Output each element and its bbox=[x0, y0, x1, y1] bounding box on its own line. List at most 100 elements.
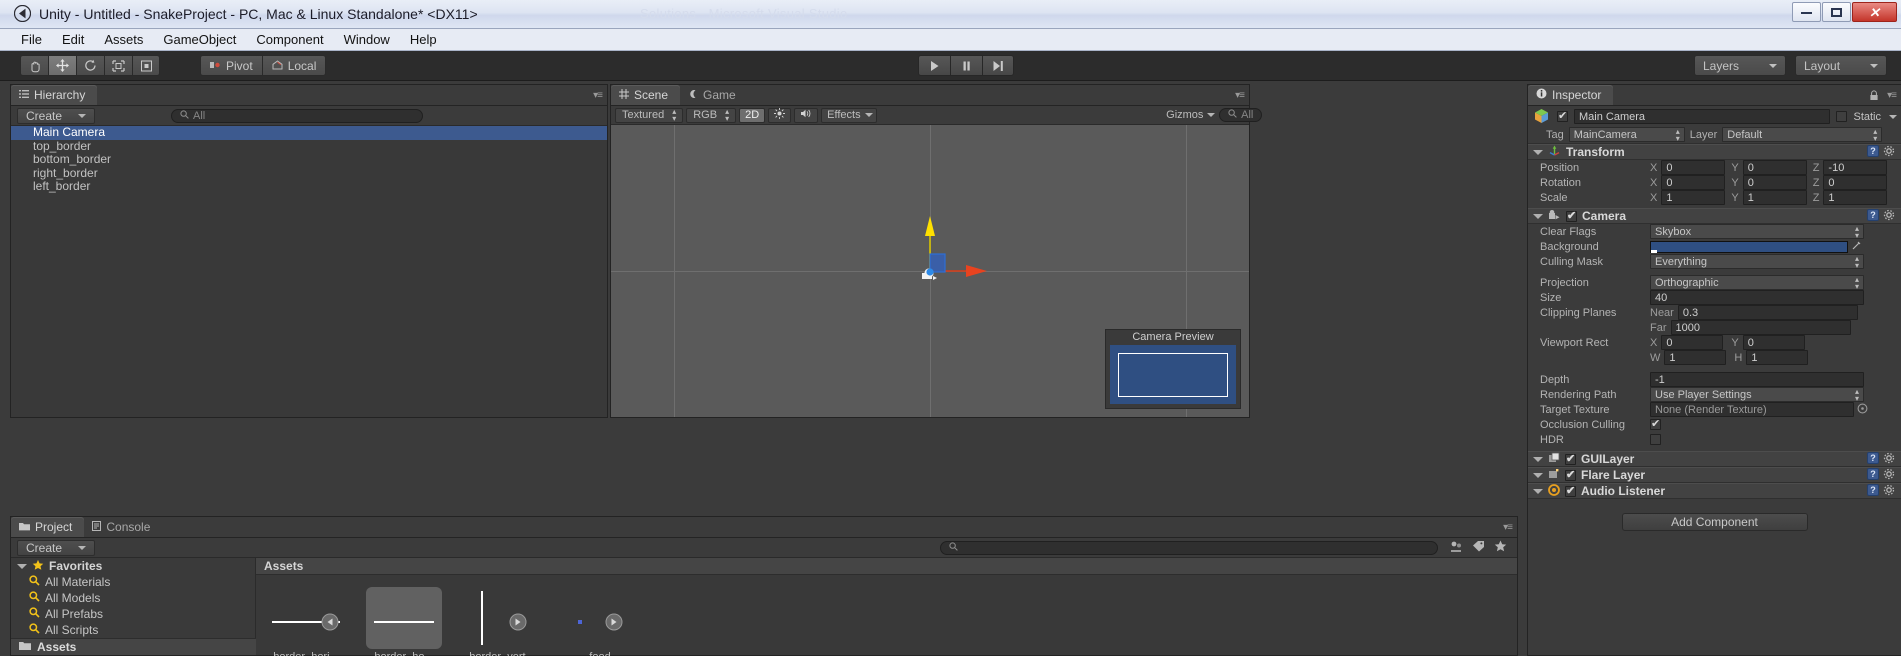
clipping-near-field[interactable]: 0.3 bbox=[1677, 305, 1858, 320]
scene-effects-dropdown[interactable]: Effects bbox=[821, 107, 878, 123]
collapse-triangle-icon[interactable] bbox=[1533, 472, 1543, 478]
help-icon[interactable]: ? bbox=[1867, 483, 1879, 496]
minimize-button[interactable] bbox=[1792, 2, 1821, 22]
eyedropper-icon[interactable] bbox=[1851, 239, 1863, 254]
layers-dropdown[interactable]: Layers bbox=[1694, 55, 1786, 76]
local-button[interactable]: Local bbox=[261, 55, 327, 76]
component-header-audio-listener[interactable]: Audio Listener ? bbox=[1528, 483, 1901, 499]
filter-by-label-icon[interactable] bbox=[1472, 540, 1485, 555]
scene-lighting-toggle[interactable] bbox=[768, 107, 792, 123]
favorites-group[interactable]: Favorites bbox=[11, 558, 255, 574]
audio-listener-enabled-checkbox[interactable] bbox=[1565, 484, 1576, 497]
viewport-y-field[interactable]: 0 bbox=[1742, 335, 1805, 350]
maximize-button[interactable] bbox=[1822, 2, 1851, 22]
flare-layer-enabled-checkbox[interactable] bbox=[1565, 468, 1576, 481]
object-picker-icon[interactable] bbox=[1857, 403, 1868, 417]
asset-item[interactable]: border_vert... bbox=[464, 587, 540, 656]
step-button[interactable] bbox=[982, 55, 1014, 76]
project-options-icon[interactable]: ▾≡ bbox=[1503, 522, 1513, 533]
component-header-flare-layer[interactable]: Flare Layer ? bbox=[1528, 467, 1901, 483]
help-icon[interactable]: ? bbox=[1867, 208, 1879, 221]
chevron-down-icon[interactable] bbox=[1889, 114, 1897, 119]
project-tree-assets-root[interactable]: Assets bbox=[11, 638, 256, 655]
position-z-field[interactable]: -10 bbox=[1823, 160, 1888, 175]
scene-viewport[interactable]: Camera Preview bbox=[611, 125, 1249, 417]
help-icon[interactable]: ? bbox=[1867, 451, 1879, 464]
collapse-triangle-icon[interactable] bbox=[1533, 149, 1543, 155]
play-button[interactable] bbox=[918, 55, 950, 76]
menu-item-component[interactable]: Component bbox=[247, 30, 332, 49]
pause-button[interactable] bbox=[950, 55, 982, 76]
tab-scene[interactable]: Scene bbox=[611, 85, 681, 105]
help-icon[interactable]: ? bbox=[1867, 467, 1879, 480]
tab-project[interactable]: Project bbox=[11, 517, 85, 537]
target-texture-field[interactable]: None (Render Texture) bbox=[1650, 402, 1854, 417]
asset-item[interactable]: food bbox=[562, 587, 638, 656]
scene-2d-toggle[interactable]: 2D bbox=[739, 107, 766, 123]
close-button[interactable]: ✕ bbox=[1852, 2, 1897, 22]
hierarchy-options-icon[interactable]: ▾≡ bbox=[593, 90, 603, 101]
static-checkbox[interactable] bbox=[1836, 111, 1848, 122]
component-header-guilayer[interactable]: GUILayer ? bbox=[1528, 451, 1901, 467]
favorite-all-models[interactable]: All Models bbox=[11, 590, 255, 606]
pivot-button[interactable]: Pivot bbox=[200, 55, 262, 76]
scale-tool-button[interactable] bbox=[104, 55, 132, 76]
layer-dropdown[interactable]: Default ▴ ▾ bbox=[1722, 127, 1883, 142]
background-color-swatch[interactable] bbox=[1650, 240, 1848, 253]
layout-dropdown[interactable]: Layout bbox=[1795, 55, 1887, 76]
gear-icon[interactable] bbox=[1883, 209, 1895, 224]
rect-tool-button[interactable] bbox=[132, 55, 160, 76]
menu-item-window[interactable]: Window bbox=[335, 30, 399, 49]
viewport-h-field[interactable]: 1 bbox=[1746, 350, 1809, 365]
asset-thumbnail-border-horizontal-1[interactable] bbox=[268, 587, 344, 649]
tab-inspector[interactable]: Inspector bbox=[1528, 85, 1614, 105]
rendering-path-dropdown[interactable]: Use Player Settings ▴ ▾ bbox=[1650, 387, 1864, 402]
rotation-z-field[interactable]: 0 bbox=[1823, 175, 1888, 190]
favorite-all-prefabs[interactable]: All Prefabs bbox=[11, 606, 255, 622]
hierarchy-item-top-border[interactable]: top_border bbox=[11, 139, 607, 154]
hierarchy-create-button[interactable]: Create bbox=[17, 107, 96, 124]
guilayer-enabled-checkbox[interactable] bbox=[1565, 452, 1576, 465]
menu-item-help[interactable]: Help bbox=[401, 30, 446, 49]
hierarchy-item-right-border[interactable]: right_border bbox=[11, 166, 607, 181]
viewport-x-field[interactable]: 0 bbox=[1661, 335, 1724, 350]
viewport-w-field[interactable]: 1 bbox=[1664, 350, 1727, 365]
clear-flags-dropdown[interactable]: Skybox ▴ ▾ bbox=[1650, 224, 1864, 239]
projection-dropdown[interactable]: Orthographic ▴ ▾ bbox=[1650, 275, 1864, 290]
move-tool-button[interactable] bbox=[48, 55, 76, 76]
asset-item[interactable]: border_hori... bbox=[268, 587, 344, 656]
project-create-button[interactable]: Create bbox=[17, 539, 96, 556]
help-icon[interactable]: ? bbox=[1867, 144, 1879, 157]
hierarchy-search-input[interactable]: All bbox=[171, 108, 424, 123]
gameobject-name-field[interactable]: Main Camera bbox=[1574, 109, 1831, 124]
scene-gizmos-dropdown[interactable]: Gizmos bbox=[1160, 108, 1216, 123]
menu-item-gameobject[interactable]: GameObject bbox=[154, 30, 245, 49]
tab-console[interactable]: Console bbox=[84, 517, 162, 537]
component-header-transform[interactable]: Transform ? bbox=[1528, 144, 1901, 160]
scene-options-icon[interactable]: ▾≡ bbox=[1235, 90, 1245, 101]
favorite-star-icon[interactable] bbox=[1494, 540, 1507, 555]
project-search-input[interactable] bbox=[940, 540, 1438, 555]
inspector-options-icon[interactable]: ▾≡ bbox=[1887, 90, 1897, 101]
gear-icon[interactable] bbox=[1883, 452, 1895, 467]
scene-color-mode-dropdown[interactable]: RGB ▴ ▾ bbox=[686, 107, 737, 123]
tab-game[interactable]: Game bbox=[680, 85, 748, 105]
favorite-all-scripts[interactable]: All Scripts bbox=[11, 622, 255, 638]
position-y-field[interactable]: 0 bbox=[1742, 160, 1807, 175]
scale-x-field[interactable]: 1 bbox=[1661, 190, 1726, 205]
collapse-triangle-icon[interactable] bbox=[17, 563, 27, 569]
asset-thumbnail-border-horizontal-2[interactable] bbox=[366, 587, 442, 649]
component-header-camera[interactable]: Camera ? bbox=[1528, 208, 1901, 224]
menu-item-assets[interactable]: Assets bbox=[95, 30, 152, 49]
gear-icon[interactable] bbox=[1883, 468, 1895, 483]
scale-y-field[interactable]: 1 bbox=[1742, 190, 1807, 205]
menu-item-file[interactable]: File bbox=[12, 30, 51, 49]
add-component-button[interactable]: Add Component bbox=[1621, 513, 1808, 531]
gear-icon[interactable] bbox=[1883, 484, 1895, 499]
hierarchy-item-bottom-border[interactable]: bottom_border bbox=[11, 152, 607, 167]
scene-draw-mode-dropdown[interactable]: Textured ▴ ▾ bbox=[615, 107, 684, 123]
camera-enabled-checkbox[interactable] bbox=[1566, 209, 1577, 222]
gear-icon[interactable] bbox=[1883, 145, 1895, 160]
hierarchy-item-left-border[interactable]: left_border bbox=[11, 179, 607, 194]
collapse-triangle-icon[interactable] bbox=[1533, 213, 1543, 219]
